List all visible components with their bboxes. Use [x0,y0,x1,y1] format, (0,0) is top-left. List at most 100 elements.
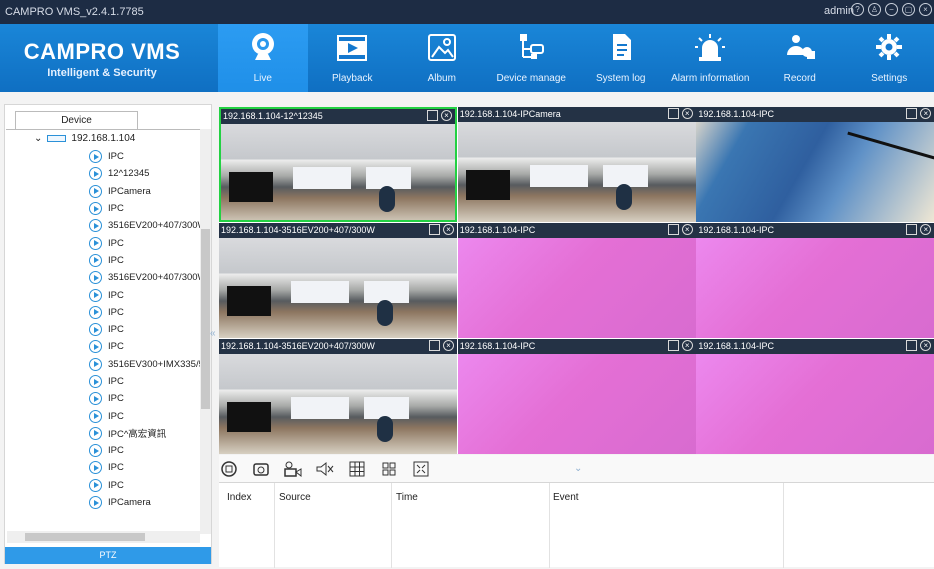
horizontal-scroll-thumb[interactable] [25,533,145,541]
stop-icon[interactable] [219,459,239,479]
device-tree-item[interactable]: IPC [89,200,200,217]
chevron-down-icon[interactable]: ⌄ [34,133,42,144]
collapse-panel-icon[interactable]: « [210,328,216,339]
device-tree-item[interactable]: IPC [89,373,200,390]
play-icon [89,426,102,440]
column-time: Time [396,492,418,503]
qr-grid-icon[interactable] [667,340,679,351]
qr-grid-icon[interactable] [429,340,440,351]
device-tab[interactable]: Device [15,111,138,129]
close-icon[interactable]: × [681,340,693,351]
video-cell[interactable]: 192.168.1.104-IPC × [457,223,696,338]
device-tree-item[interactable]: IPC [89,407,200,424]
nav-record[interactable]: Record [755,24,845,92]
video-cell-title: 192.168.1.104-IPC [459,341,536,351]
video-cell[interactable]: 192.168.1.104-IPCamera × [457,107,696,222]
device-tree-item[interactable]: IPC [89,304,200,321]
nav-device-manage[interactable]: Device manage [487,24,577,92]
device-tree-item[interactable]: IPC^高宏資訊 [89,425,200,442]
device-tree-item[interactable]: IPC [89,148,200,165]
live-toolbar: ⌄ [219,455,934,482]
qr-grid-icon[interactable] [906,340,918,351]
close-icon[interactable]: × [920,224,932,235]
close-icon[interactable]: × [681,224,693,235]
device-tree-item[interactable]: IPC [89,234,200,251]
device-tree-item[interactable]: IPC [89,338,200,355]
qr-grid-icon[interactable] [667,224,679,235]
help-icon[interactable]: ? [851,3,864,16]
mute-icon[interactable] [315,459,335,479]
play-icon [89,305,102,319]
video-cell[interactable]: 192.168.1.104-IPC × [696,339,934,454]
user-icon[interactable]: ♙ [868,3,881,16]
device-item-label: IPC [108,341,124,353]
nav-record-label: Record [783,73,816,84]
qr-grid-icon[interactable] [906,108,918,119]
nav-settings[interactable]: Settings [845,24,934,92]
alarm-light-icon [695,34,726,61]
nav-alarm-information[interactable]: Alarm information [666,24,756,92]
restore-icon[interactable]: ▢ [902,3,915,16]
nav-live[interactable]: Live [218,24,308,92]
play-icon [89,478,102,492]
device-tree-item[interactable]: 3516EV200+407/300W [89,217,200,234]
device-tree-item[interactable]: IPC [89,442,200,459]
device-item-label: IPC [108,151,124,163]
qr-grid-icon[interactable] [667,108,679,119]
device-tree-item[interactable]: IPC [89,477,200,494]
video-cell[interactable]: 192.168.1.104-3516EV200+407/300W × [219,223,457,338]
play-icon [89,323,102,337]
video-cell-title: 192.168.1.104-IPCamera [459,109,561,119]
video-cell[interactable]: 192.168.1.104-IPC × [457,339,696,454]
device-item-label: IPC [108,203,124,215]
device-tree-item[interactable]: IPC [89,286,200,303]
play-icon [89,496,102,510]
close-icon[interactable]: × [441,110,452,121]
nav-playback[interactable]: Playback [308,24,398,92]
play-icon [89,340,102,354]
device-tree-item[interactable]: IPC [89,390,200,407]
nav-album[interactable]: Album [397,24,487,92]
device-tree-item[interactable]: IPC [89,321,200,338]
minimize-icon[interactable]: − [885,3,898,16]
expand-panel-icon[interactable]: ⌄ [574,463,582,474]
close-icon[interactable]: × [919,3,932,16]
device-tree-item[interactable]: 3516EV200+407/300W [89,269,200,286]
play-icon [89,409,102,423]
close-icon[interactable]: × [920,340,932,351]
grid-3x3-icon[interactable] [347,459,367,479]
device-tree-item[interactable]: IPCamera [89,183,200,200]
fullscreen-icon[interactable] [411,459,431,479]
record-people-icon [786,35,815,59]
nav-system-log[interactable]: System log [576,24,666,92]
close-icon[interactable]: × [920,108,932,119]
device-tree-item[interactable]: IPC [89,252,200,269]
ptz-button[interactable]: PTZ [5,547,211,564]
qr-grid-icon[interactable] [906,224,918,235]
device-item-label: IPC [108,254,124,266]
video-cell-title-bar: 192.168.1.104-IPC × [457,339,696,354]
video-cell-title-bar: 192.168.1.104-3516EV200+407/300W × [219,339,457,354]
close-icon[interactable]: × [443,224,454,235]
device-tree-item[interactable]: IPC [89,459,200,476]
close-icon[interactable]: × [681,108,693,119]
close-icon[interactable]: × [443,340,454,351]
device-tree-item[interactable]: 12^12345 [89,165,200,182]
play-icon [89,219,102,233]
device-tree-horizontal-scrollbar[interactable] [7,531,200,543]
video-cell[interactable]: 192.168.1.104-IPC × [696,223,934,338]
video-cell[interactable]: 192.168.1.104-3516EV200+407/300W × [219,339,457,454]
device-tree-item[interactable]: IPCamera [89,494,200,511]
device-item-label: IPCamera [108,185,151,197]
grid-2x2-icon[interactable] [379,459,399,479]
qr-grid-icon[interactable] [429,224,440,235]
device-tree-item[interactable]: 3516EV300+IMX335/50 [89,356,200,373]
record-camera-icon[interactable] [283,459,303,479]
qr-grid-icon[interactable] [427,110,438,121]
snapshot-icon[interactable] [251,459,271,479]
video-cell[interactable]: 192.168.1.104-IPC × [696,107,934,222]
vertical-scroll-thumb[interactable] [201,229,210,409]
device-tree-root[interactable]: ⌄ 192.168.1.104 [34,130,135,147]
video-cell[interactable]: 192.168.1.104-12^12345 × [219,107,457,222]
device-item-label: IPC [108,324,124,336]
